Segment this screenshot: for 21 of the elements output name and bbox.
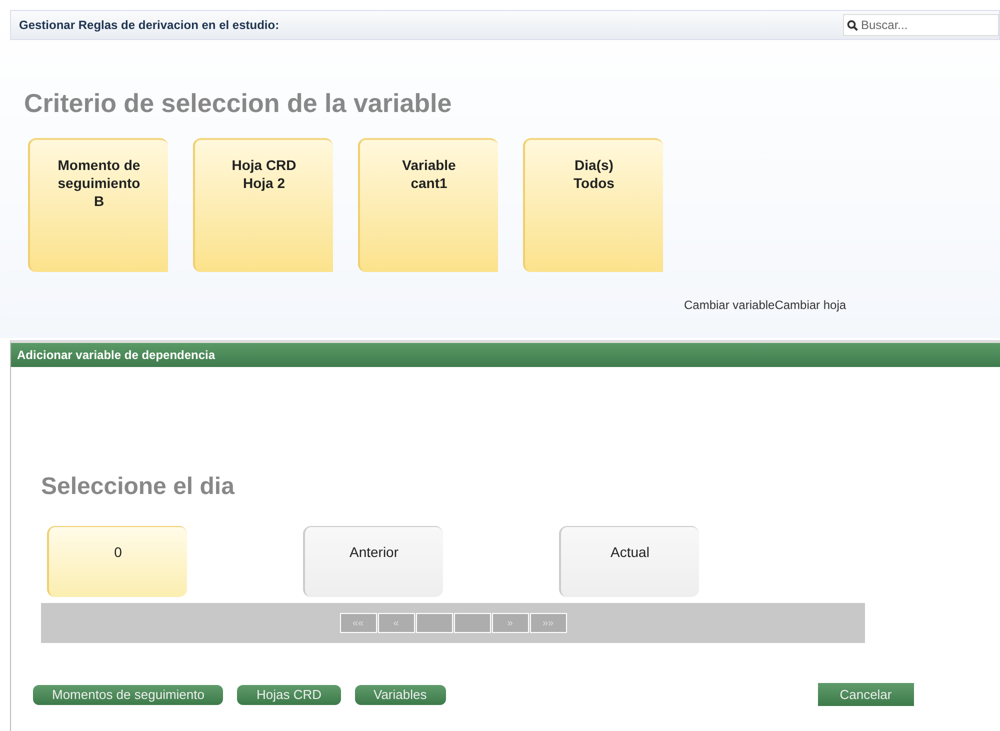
day-option[interactable]: Actual [559,526,699,597]
criterion-card[interactable]: Hoja CRD Hoja 2 [193,138,333,272]
criterion-card[interactable]: Dia(s) Todos [523,138,663,272]
day-option[interactable]: 0 [47,526,187,597]
section-heading: Criterio de seleccion de la variable [24,88,453,118]
nav-button[interactable]: Variables [354,684,446,704]
page-button[interactable] [454,613,490,633]
nav-button[interactable]: Hojas CRD [237,684,340,704]
nav-button[interactable]: Momentos de seguimiento [33,684,224,704]
search-icon [847,20,858,31]
section-heading: Seleccione el dia [41,472,236,502]
criterion-card[interactable]: Variable cant1 [358,138,498,272]
link[interactable]: Cambiar variable [684,298,775,312]
page-title: Gestionar Reglas de derivacion en el estudio: [18,18,280,32]
page-button[interactable] [416,613,452,633]
criterion-card[interactable]: Momento de seguimiento B [28,138,168,272]
day-option[interactable]: Anterior [303,526,443,597]
link[interactable]: Cambiar hoja [774,298,846,312]
search-field[interactable]: Buscar... [843,14,999,36]
cancel-button[interactable]: Cancelar [818,683,914,706]
dialog-title-bar: Adicionar variable de dependencia [11,343,1000,367]
